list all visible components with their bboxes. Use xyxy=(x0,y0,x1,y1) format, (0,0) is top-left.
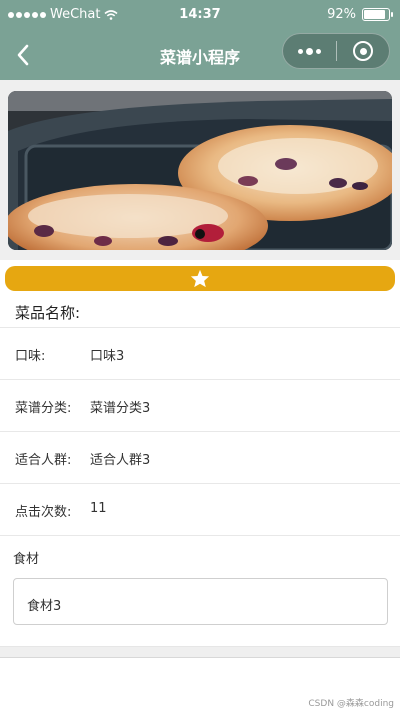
click-count-row: 点击次数: 11 xyxy=(0,484,400,536)
more-dots-icon xyxy=(298,48,303,54)
status-bar: WeChat 14:37 92% xyxy=(0,0,400,30)
dish-name-row: 菜品名称: xyxy=(0,295,400,328)
flavor-value: 口味3 xyxy=(90,349,125,364)
photo-container xyxy=(0,80,400,260)
category-label: 菜谱分类: xyxy=(15,401,72,416)
battery-percent: 92% xyxy=(327,7,356,22)
mini-program-capsule xyxy=(282,33,390,69)
click-count-label: 点击次数: xyxy=(15,505,72,520)
dish-name-label: 菜品名称: xyxy=(15,304,81,322)
ingredients-label: 食材 xyxy=(13,552,40,567)
flavor-label: 口味: xyxy=(15,349,46,364)
target-circle-icon xyxy=(353,41,373,61)
nav-bar: 菜谱小程序 xyxy=(0,30,400,80)
category-value: 菜谱分类3 xyxy=(90,401,151,416)
more-button[interactable] xyxy=(283,33,336,69)
ingredients-value: 食材3 xyxy=(27,599,62,614)
audience-value: 适合人群3 xyxy=(90,453,151,468)
recipe-image xyxy=(8,91,392,250)
category-row: 菜谱分类: 菜谱分类3 xyxy=(0,380,400,432)
favorite-button[interactable] xyxy=(5,266,395,291)
flavor-row: 口味: 口味3 xyxy=(0,328,400,380)
battery-icon xyxy=(362,8,393,21)
recipe-photo xyxy=(8,91,392,250)
audience-label: 适合人群: xyxy=(15,453,72,468)
audience-row: 适合人群: 适合人群3 xyxy=(0,432,400,484)
click-count-value: 11 xyxy=(90,501,107,516)
close-button[interactable] xyxy=(337,33,389,69)
footer-divider xyxy=(0,646,400,658)
watermark: CSDN @森森coding xyxy=(308,699,394,709)
ingredients-box: 食材3 xyxy=(13,578,388,625)
star-icon xyxy=(190,269,210,288)
battery-status: 92% xyxy=(327,7,393,22)
